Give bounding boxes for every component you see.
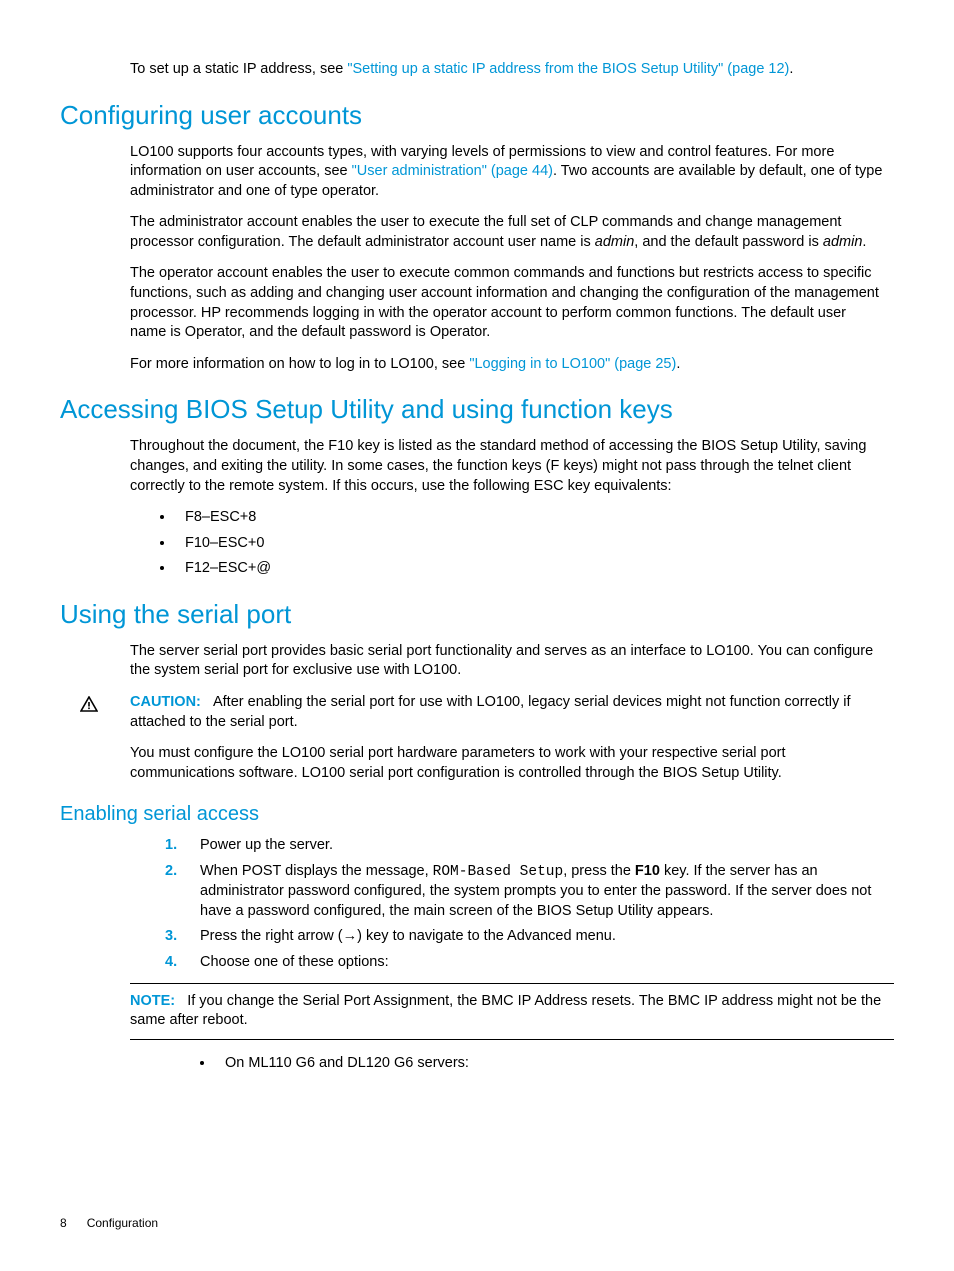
caution-icon	[80, 693, 130, 718]
heading-using-serial-port: Using the serial port	[60, 597, 894, 632]
paragraph: Throughout the document, the F10 key is …	[130, 437, 884, 496]
bold-text: F10	[635, 863, 660, 879]
heading-accessing-bios: Accessing BIOS Setup Utility and using f…	[60, 392, 894, 427]
esc-key-list: F8–ESC+8 F10–ESC+0 F12–ESC+@	[60, 508, 894, 579]
footer-section: Configuration	[87, 1216, 158, 1230]
text: After enabling the serial port for use w…	[130, 694, 851, 730]
list-item: F12–ESC+@	[175, 559, 894, 579]
paragraph: The operator account enables the user to…	[130, 264, 884, 342]
step-item: When POST displays the message, ROM-Base…	[165, 862, 894, 922]
text: , and the default password is	[634, 234, 823, 250]
paragraph: LO100 supports four accounts types, with…	[130, 143, 884, 202]
text: .	[676, 356, 680, 372]
paragraph: For more information on how to log in to…	[130, 355, 884, 375]
heading-enabling-serial-access: Enabling serial access	[60, 801, 894, 828]
page-number: 8	[60, 1216, 67, 1230]
step-item: Power up the server.	[165, 836, 894, 856]
text: , press the	[563, 863, 635, 879]
text: When POST displays the message,	[200, 863, 433, 879]
steps-list: Power up the server. When POST displays …	[60, 836, 894, 972]
text: .	[862, 234, 866, 250]
monospace-text: ROM-Based Setup	[433, 864, 564, 880]
note-label: NOTE:	[130, 993, 175, 1009]
sub-list: On ML110 G6 and DL120 G6 servers:	[60, 1054, 894, 1074]
caution-text: CAUTION: After enabling the serial port …	[130, 693, 884, 732]
paragraph: The server serial port provides basic se…	[130, 642, 884, 681]
text: If you change the Serial Port Assignment…	[130, 993, 881, 1029]
step-item: Choose one of these options:	[165, 953, 894, 973]
italic-text: admin	[823, 234, 863, 250]
link-user-administration[interactable]: "User administration" (page 44)	[352, 163, 553, 179]
caution-label: CAUTION:	[130, 694, 201, 710]
list-item: F10–ESC+0	[175, 534, 894, 554]
italic-text: admin	[595, 234, 635, 250]
paragraph: You must configure the LO100 serial port…	[130, 744, 884, 783]
link-static-ip[interactable]: "Setting up a static IP address from the…	[347, 61, 789, 77]
page-footer: 8 Configuration	[60, 1215, 158, 1231]
heading-configuring-user-accounts: Configuring user accounts	[60, 98, 894, 133]
list-item: On ML110 G6 and DL120 G6 servers:	[215, 1054, 894, 1074]
text: To set up a static IP address, see	[130, 61, 347, 77]
paragraph: The administrator account enables the us…	[130, 213, 884, 252]
list-item: F8–ESC+8	[175, 508, 894, 528]
caution-block: CAUTION: After enabling the serial port …	[80, 693, 884, 732]
text: For more information on how to log in to…	[130, 356, 469, 372]
note-block: NOTE: If you change the Serial Port Assi…	[130, 983, 894, 1040]
link-logging-in[interactable]: "Logging in to LO100" (page 25)	[469, 356, 676, 372]
text: .	[789, 61, 793, 77]
step-item: Press the right arrow (→) key to navigat…	[165, 927, 894, 947]
intro-paragraph: To set up a static IP address, see "Sett…	[130, 60, 884, 80]
